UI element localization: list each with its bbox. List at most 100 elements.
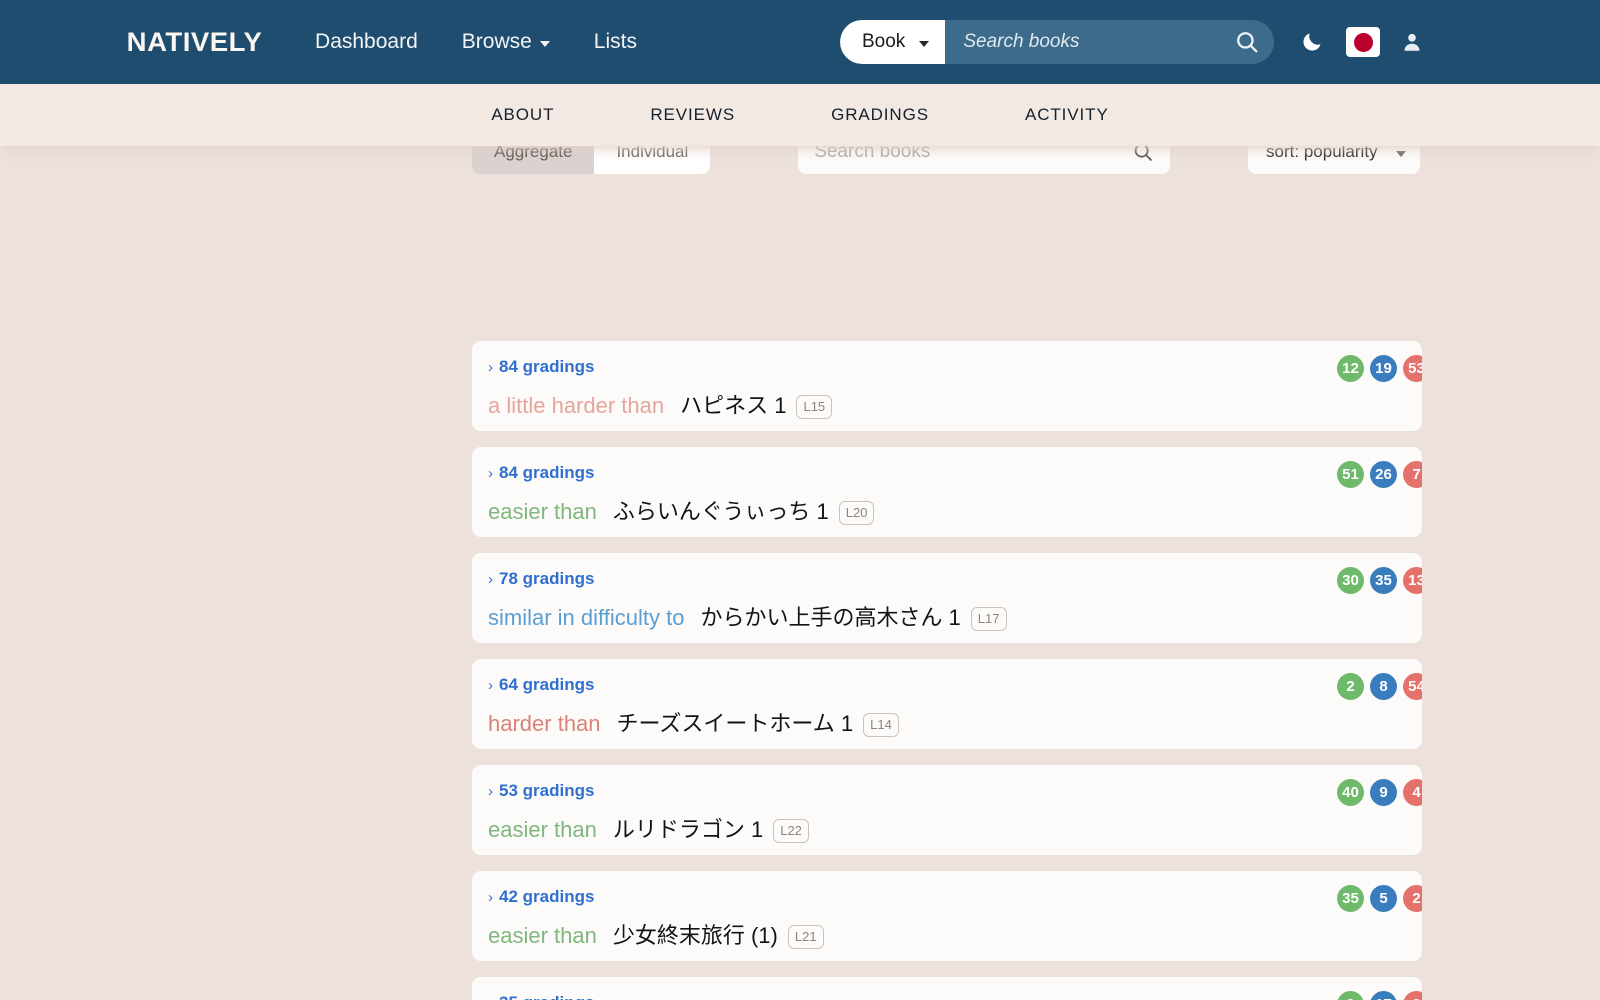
search-type-select[interactable]: Book — [840, 20, 946, 64]
level-badge: L15 — [796, 394, 833, 419]
japan-flag-icon[interactable] — [1346, 27, 1380, 57]
nav-item-lists-label: Lists — [593, 30, 637, 53]
gradings-search-field[interactable]: Search books — [798, 146, 1171, 174]
view-mode-individual[interactable]: Individual — [594, 146, 711, 174]
grading-comparison-row: similar in difficulty to からかい上手の高木さん 1 L17 — [488, 600, 1422, 633]
gradings-count-label: 84 gradings — [499, 357, 595, 376]
book-title-link[interactable]: チーズスイートホーム 1 L14 — [617, 706, 899, 739]
tab-gradings[interactable]: GRADINGS — [783, 105, 977, 125]
relation-label: a little harder than — [488, 393, 665, 418]
primary-nav: Dashboard Browse Lists — [315, 30, 637, 54]
level-badge: L21 — [787, 924, 824, 949]
vote-badge-red: 4 — [1403, 779, 1422, 806]
vote-badge-green: 9 — [1337, 991, 1364, 1000]
vote-badge-blue: 19 — [1370, 355, 1397, 382]
vote-badge-red: 53 — [1403, 355, 1422, 382]
vote-badge-blue: 26 — [1370, 461, 1397, 488]
sort-select[interactable]: sort: popularity — [1248, 146, 1420, 174]
gradings-list: › 84 gradings a little harder than ハピネス 1 L1… — [472, 341, 1422, 1000]
flag-circle — [1353, 32, 1373, 52]
gradings-count-link[interactable]: › 35 gradings — [488, 993, 594, 1000]
vote-badge-blue: 17 — [1370, 991, 1397, 1000]
grading-card[interactable]: › 53 gradings easier than ルリドラゴン 1 L22 40 9 4 — [472, 765, 1422, 855]
book-title-link[interactable]: 少女終末旅行 (1) L21 — [613, 918, 824, 951]
navbar-right-cluster: Book — [840, 0, 1432, 84]
level-badge: L22 — [773, 818, 809, 843]
gradings-count-link[interactable]: › 42 gradings — [488, 887, 594, 907]
vote-badge-red: 54 — [1403, 673, 1422, 700]
grading-card[interactable]: › 64 gradings harder than チーズスイートホーム 1 L14 2 8… — [472, 659, 1422, 749]
level-badge: L17 — [970, 606, 1007, 631]
book-title-link[interactable]: ルリドラゴン 1 L22 — [613, 812, 809, 845]
grading-comparison-row: easier than ルリドラゴン 1 L22 — [488, 812, 1422, 845]
vote-badge-blue: 9 — [1370, 779, 1397, 806]
relation-label: easier than — [488, 817, 597, 842]
gradings-count-link[interactable]: › 53 gradings — [488, 781, 594, 801]
grading-card[interactable]: › 84 gradings easier than ふらいんぐうぃっち 1 L20 51 2… — [472, 447, 1422, 537]
vote-badge-blue: 5 — [1370, 885, 1397, 912]
search-icon[interactable] — [1132, 146, 1154, 163]
vote-badge-red: 9 — [1403, 991, 1422, 1000]
vote-badge-green: 35 — [1337, 885, 1364, 912]
gradings-count-link[interactable]: › 78 gradings — [488, 569, 594, 589]
relation-label: easier than — [488, 499, 597, 524]
grading-card[interactable]: › 42 gradings easier than 少女終末旅行 (1) L21 35 5 2 — [472, 871, 1422, 961]
chevron-right-icon: › — [488, 570, 493, 588]
vote-badge-red: 7 — [1403, 461, 1422, 488]
chevron-down-icon — [539, 40, 550, 47]
gradings-count-label: 53 gradings — [499, 781, 595, 800]
chevron-right-icon: › — [488, 996, 493, 1000]
gradings-count-link[interactable]: › 84 gradings — [488, 357, 594, 377]
nav-item-browse[interactable]: Browse — [462, 30, 550, 54]
grading-comparison-row: easier than 少女終末旅行 (1) L21 — [488, 918, 1422, 951]
grading-card[interactable]: ›35 gradingssimilar in difficulty toレンタル… — [472, 977, 1422, 1000]
vote-badge-green: 2 — [1337, 673, 1364, 700]
grading-card[interactable]: › 84 gradings a little harder than ハピネス 1 L1… — [472, 341, 1422, 431]
vote-badges: 40 9 4 — [1337, 779, 1422, 806]
tab-about[interactable]: ABOUT — [443, 105, 602, 125]
vote-badges: 2 8 54 — [1337, 673, 1422, 700]
vote-badges: 51 26 7 — [1337, 461, 1422, 488]
tab-reviews[interactable]: REVIEWS — [602, 105, 783, 125]
nav-item-browse-label: Browse — [461, 30, 532, 53]
book-title-link[interactable]: ふらいんぐうぃっち 1 L20 — [613, 494, 875, 527]
vote-badge-green: 40 — [1337, 779, 1364, 806]
gradings-filter-toolbar: Aggregate Individual Search books sort: … — [0, 146, 1600, 180]
view-mode-toggle: Aggregate Individual — [472, 146, 711, 174]
gradings-count-link[interactable]: › 84 gradings — [488, 463, 594, 483]
dark-mode-toggle[interactable] — [1290, 20, 1334, 64]
vote-badge-red: 2 — [1403, 885, 1422, 912]
view-mode-aggregate[interactable]: Aggregate — [472, 146, 595, 174]
vote-badges: 35 5 2 — [1337, 885, 1422, 912]
gradings-count-label: 64 gradings — [499, 675, 595, 694]
book-title-link[interactable]: ハピネス 1 L15 — [680, 388, 833, 421]
tab-activity[interactable]: ACTIVITY — [977, 105, 1157, 125]
gradings-count-label: 84 gradings — [499, 463, 595, 482]
search-icon[interactable] — [1234, 29, 1260, 55]
book-title-link[interactable]: からかい上手の高木さん 1 L17 — [700, 600, 1007, 633]
search-input[interactable] — [945, 31, 1234, 53]
book-title-label: ふらいんぐうぃっち 1 — [612, 499, 829, 524]
user-account-icon[interactable] — [1392, 20, 1432, 64]
nav-item-lists[interactable]: Lists — [594, 30, 637, 54]
book-title-label: ルリドラゴン 1 — [612, 817, 764, 842]
nav-item-dashboard[interactable]: Dashboard — [315, 30, 418, 54]
brand-logo[interactable]: NATIVELY — [127, 27, 263, 58]
nav-item-dashboard-label: Dashboard — [315, 30, 418, 53]
relation-label: harder than — [488, 711, 601, 736]
gradings-search-placeholder: Search books — [814, 146, 931, 162]
vote-badge-green: 12 — [1337, 355, 1364, 382]
gradings-count-label: 78 gradings — [499, 569, 595, 588]
grading-comparison-row: harder than チーズスイートホーム 1 L14 — [488, 706, 1422, 739]
grading-comparison-row: easier than ふらいんぐうぃっち 1 L20 — [488, 494, 1422, 527]
book-title-label: ハピネス 1 — [680, 393, 787, 418]
section-tabs: ABOUT REVIEWS GRADINGS ACTIVITY — [0, 84, 1600, 146]
chevron-down-icon — [1395, 150, 1406, 157]
gradings-scroll-area[interactable]: Aggregate Individual Search books sort: … — [0, 146, 1600, 1000]
gradings-count-link[interactable]: › 64 gradings — [488, 675, 594, 695]
chevron-right-icon: › — [488, 676, 493, 694]
grading-card[interactable]: › 78 gradings similar in difficulty to からかい… — [472, 553, 1422, 643]
level-badge: L14 — [863, 712, 899, 737]
chevron-right-icon: › — [488, 888, 493, 906]
chevron-right-icon: › — [488, 358, 493, 376]
